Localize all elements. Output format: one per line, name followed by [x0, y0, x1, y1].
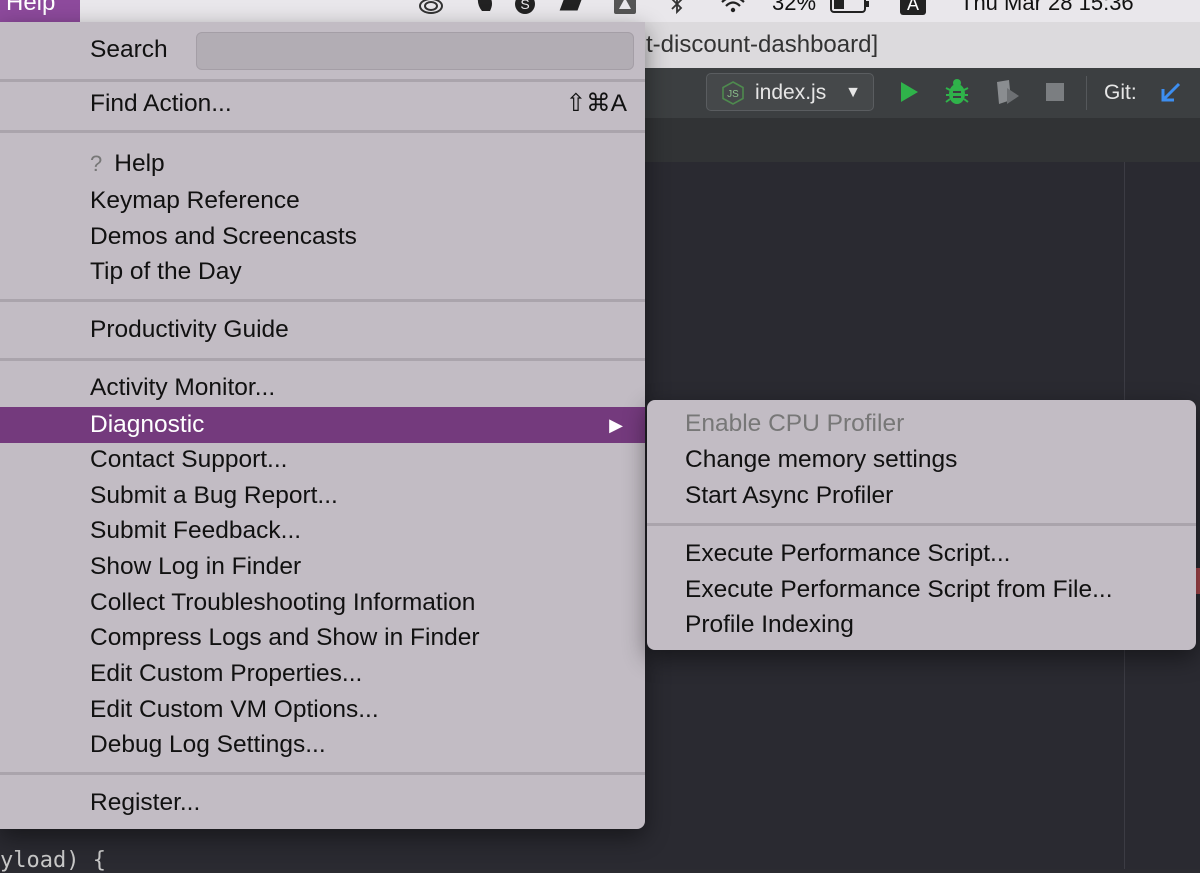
menu-item-register[interactable]: Register... — [0, 785, 645, 821]
shortcut-label: ⇧⌘A — [565, 90, 627, 117]
svg-text:JS: JS — [727, 89, 739, 100]
chevron-down-icon: ▼ — [845, 84, 861, 101]
git-update-icon[interactable] — [1156, 77, 1186, 107]
menu-separator — [0, 299, 645, 302]
menu-item-submit-bug-report[interactable]: Submit a Bug Report... — [0, 478, 645, 514]
menu-item-show-log-in-finder[interactable]: Show Log in Finder — [0, 549, 645, 585]
debug-icon[interactable] — [942, 77, 972, 107]
wifi-icon[interactable] — [720, 0, 746, 16]
menu-item-edit-custom-properties[interactable]: Edit Custom Properties... — [0, 656, 645, 692]
menu-separator — [647, 523, 1196, 526]
evernote-icon[interactable] — [472, 0, 498, 16]
menubar-help-menu[interactable]: Help — [0, 0, 80, 22]
menu-item-edit-custom-vm-options[interactable]: Edit Custom VM Options... — [0, 692, 645, 728]
menu-item-activity-monitor[interactable]: Activity Monitor... — [0, 370, 645, 406]
menu-item-demos-and-screencasts[interactable]: Demos and Screencasts — [0, 219, 645, 255]
menu-search-input[interactable] — [196, 32, 634, 70]
submenu-item-enable-cpu-profiler: Enable CPU Profiler — [685, 410, 905, 437]
menu-item-compress-logs[interactable]: Compress Logs and Show in Finder — [0, 620, 645, 656]
menu-item-label: Help — [114, 150, 165, 177]
menu-separator — [0, 358, 645, 361]
svg-text:S: S — [520, 0, 529, 12]
git-label: Git: — [1104, 81, 1137, 104]
menu-item-label: Find Action... — [90, 90, 232, 117]
menu-item-collect-troubleshooting[interactable]: Collect Troubleshooting Information — [0, 585, 645, 621]
menu-item-help[interactable]: ? Help — [0, 146, 645, 182]
run-configuration-selector[interactable]: JS index.js ▼ — [706, 73, 874, 111]
submenu-arrow-icon: ▶ — [609, 415, 623, 435]
menu-item-submit-feedback[interactable]: Submit Feedback... — [0, 513, 645, 549]
window-title: t-discount-dashboard] — [646, 31, 879, 58]
menu-item-find-action[interactable]: Find Action... ⇧⌘A — [0, 86, 645, 122]
bluetooth-icon[interactable] — [664, 0, 690, 16]
submenu-item-execute-performance-script-from-file[interactable]: Execute Performance Script from File... — [647, 572, 1196, 608]
input-source-label: A — [900, 0, 926, 15]
menu-item-keymap-reference[interactable]: Keymap Reference — [0, 183, 645, 219]
menu-item-productivity-guide[interactable]: Productivity Guide — [0, 312, 645, 348]
code-line[interactable]: yload) { — [0, 848, 106, 873]
menu-item-diagnostic[interactable]: Diagnostic ▶ — [0, 407, 645, 443]
search-label: Search — [90, 36, 168, 63]
toolbar-separator — [1086, 76, 1087, 110]
skype-icon[interactable]: S — [512, 0, 538, 16]
diagnostic-submenu: Enable CPU Profiler Change memory settin… — [647, 400, 1196, 650]
run-configuration-name: index.js — [755, 81, 827, 104]
help-question-icon: ? — [90, 151, 103, 176]
menu-item-tip-of-the-day[interactable]: Tip of the Day — [0, 254, 645, 290]
coverage-icon[interactable] — [992, 77, 1022, 107]
nodejs-icon: JS — [721, 80, 745, 105]
battery-percentage: 32% — [772, 0, 817, 15]
creative-cloud-icon[interactable] — [418, 0, 444, 16]
run-icon[interactable] — [894, 77, 924, 107]
menu-separator — [0, 772, 645, 775]
menu-item-debug-log-settings[interactable]: Debug Log Settings... — [0, 727, 645, 763]
error-stripe-marker[interactable] — [1196, 568, 1200, 594]
menu-separator — [0, 79, 645, 82]
drive-icon[interactable] — [612, 0, 638, 16]
submenu-item-change-memory-settings[interactable]: Change memory settings — [647, 442, 1196, 478]
stop-icon[interactable] — [1040, 77, 1070, 107]
stack-icon[interactable] — [558, 0, 584, 16]
menu-item-label: Diagnostic — [90, 411, 205, 438]
help-menu: Search Find Action... ⇧⌘A ? Help Keymap R… — [0, 22, 645, 829]
input-source-icon[interactable]: A — [898, 0, 928, 16]
submenu-item-start-async-profiler[interactable]: Start Async Profiler — [647, 478, 1196, 514]
battery-icon[interactable] — [830, 0, 870, 16]
menu-item-contact-support[interactable]: Contact Support... — [0, 442, 645, 478]
menubar-clock[interactable]: Thu Mar 28 15:36 — [960, 0, 1134, 22]
submenu-item-execute-performance-script[interactable]: Execute Performance Script... — [647, 536, 1196, 572]
menu-separator — [0, 130, 645, 133]
macos-menubar: Help S 32% A Thu Mar 28 15:36 — [0, 0, 1200, 22]
submenu-item-profile-indexing[interactable]: Profile Indexing — [647, 607, 1196, 643]
